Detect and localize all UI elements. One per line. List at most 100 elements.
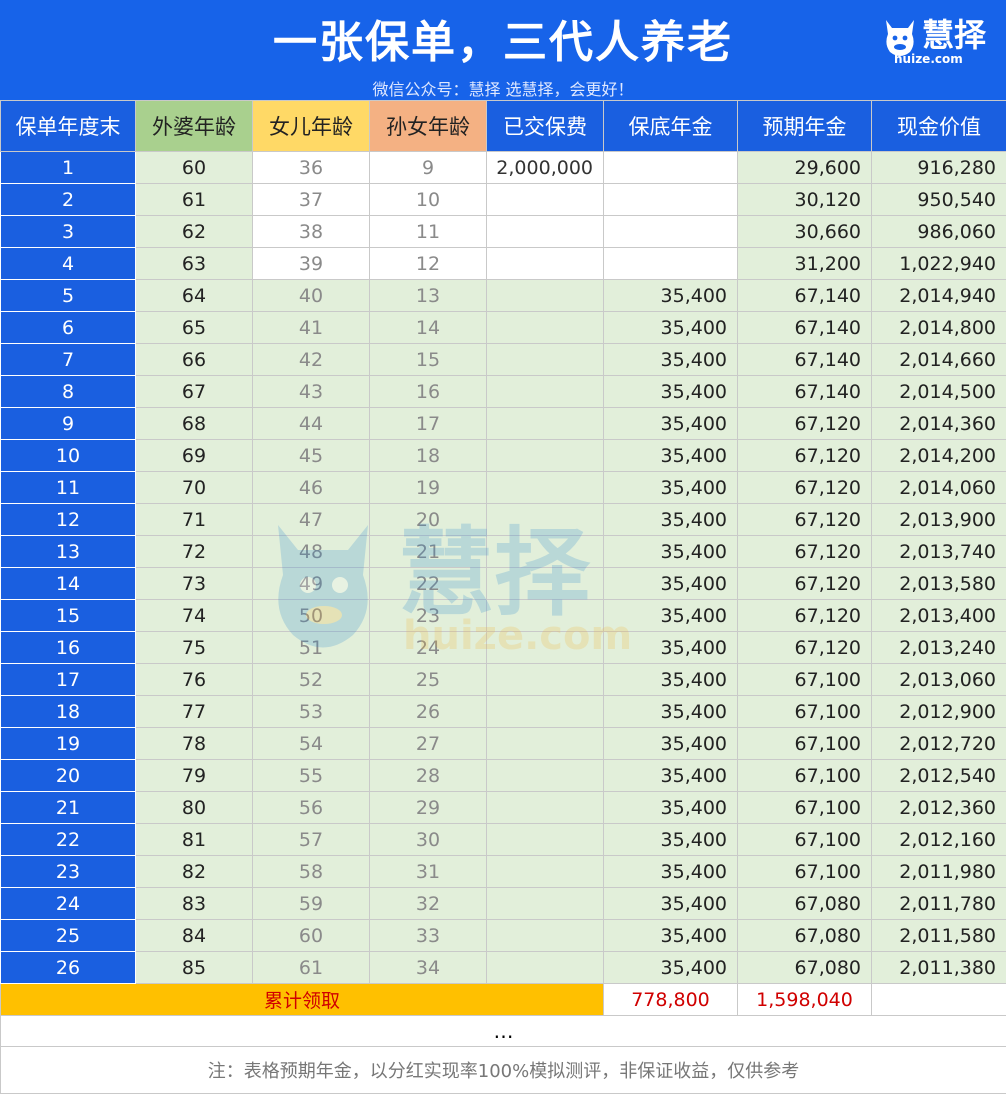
cell-premium-paid: [486, 727, 604, 760]
cell-policy-year: 10: [0, 439, 136, 472]
cell-daughter-age: 42: [252, 343, 370, 376]
cell-policy-year: 15: [0, 599, 136, 632]
cell-premium-paid: [486, 919, 604, 952]
cell-granddaughter-age: 12: [369, 247, 487, 280]
annuity-table: 保单年度末 外婆年龄 女儿年龄 孙女年龄 已交保费 保底年金 预期年金 现金价值…: [0, 100, 1006, 1094]
cell-daughter-age: 49: [252, 567, 370, 600]
table-row: 10 69 45 18 35,400 67,120 2,014,200: [0, 439, 1006, 472]
cell-cash-value: 1,022,940: [871, 247, 1006, 280]
cell-grandma-age: 73: [135, 567, 253, 600]
cell-grandma-age: 80: [135, 791, 253, 824]
cell-expected-annuity: 67,080: [737, 919, 872, 952]
cell-expected-annuity: 67,100: [737, 727, 872, 760]
table-row: 14 73 49 22 35,400 67,120 2,013,580: [0, 567, 1006, 600]
cell-expected-annuity: 67,120: [737, 471, 872, 504]
cell-cash-value: 2,014,940: [871, 279, 1006, 312]
page-title: 一张保单，三代人养老: [273, 17, 733, 68]
cell-premium-paid: [486, 663, 604, 696]
cell-expected-annuity: 67,080: [737, 951, 872, 984]
cell-expected-annuity: 67,140: [737, 311, 872, 344]
table-row: 25 84 60 33 35,400 67,080 2,011,580: [0, 919, 1006, 952]
table-row: 24 83 59 32 35,400 67,080 2,011,780: [0, 887, 1006, 920]
page-subtitle: 微信公众号：慧择 选慧择，会更好！: [372, 80, 634, 99]
cell-premium-paid: [486, 503, 604, 536]
cell-daughter-age: 53: [252, 695, 370, 728]
cell-daughter-age: 51: [252, 631, 370, 664]
cell-granddaughter-age: 24: [369, 631, 487, 664]
cell-cash-value: 2,011,980: [871, 855, 1006, 888]
cell-grandma-age: 81: [135, 823, 253, 856]
cell-premium-paid: [486, 247, 604, 280]
cell-premium-paid: [486, 759, 604, 792]
cell-grandma-age: 65: [135, 311, 253, 344]
cell-granddaughter-age: 13: [369, 279, 487, 312]
cell-expected-annuity: 67,100: [737, 663, 872, 696]
cell-cash-value: 2,013,240: [871, 631, 1006, 664]
cell-policy-year: 3: [0, 215, 136, 248]
cell-premium-paid: [486, 407, 604, 440]
cell-guaranteed-annuity: 35,400: [603, 407, 738, 440]
table-row: 22 81 57 30 35,400 67,100 2,012,160: [0, 823, 1006, 856]
cell-premium-paid: [486, 567, 604, 600]
cell-daughter-age: 46: [252, 471, 370, 504]
cell-policy-year: 11: [0, 471, 136, 504]
cell-cash-value: 2,013,580: [871, 567, 1006, 600]
cell-guaranteed-annuity: [603, 247, 738, 280]
cell-expected-annuity: 67,120: [737, 567, 872, 600]
cell-grandma-age: 63: [135, 247, 253, 280]
cell-premium-paid: [486, 343, 604, 376]
cell-granddaughter-age: 30: [369, 823, 487, 856]
cell-granddaughter-age: 19: [369, 471, 487, 504]
table-row: 21 80 56 29 35,400 67,100 2,012,360: [0, 791, 1006, 824]
cell-expected-annuity: 31,200: [737, 247, 872, 280]
cell-daughter-age: 43: [252, 375, 370, 408]
col-header-granddaughter-age: 孙女年龄: [369, 100, 487, 152]
col-header-daughter-age: 女儿年龄: [252, 100, 370, 152]
ellipsis-text: …: [0, 1015, 1006, 1047]
cell-cash-value: 2,012,540: [871, 759, 1006, 792]
cell-guaranteed-annuity: 35,400: [603, 855, 738, 888]
cell-policy-year: 7: [0, 343, 136, 376]
cell-policy-year: 20: [0, 759, 136, 792]
cell-guaranteed-annuity: 35,400: [603, 695, 738, 728]
cell-premium-paid: [486, 183, 604, 216]
cell-guaranteed-annuity: 35,400: [603, 311, 738, 344]
cell-guaranteed-annuity: 35,400: [603, 375, 738, 408]
cell-premium-paid: [486, 887, 604, 920]
cell-granddaughter-age: 33: [369, 919, 487, 952]
cell-grandma-age: 62: [135, 215, 253, 248]
cell-guaranteed-annuity: 35,400: [603, 279, 738, 312]
cell-policy-year: 9: [0, 407, 136, 440]
cell-granddaughter-age: 18: [369, 439, 487, 472]
cell-cash-value: 2,014,660: [871, 343, 1006, 376]
cell-expected-annuity: 67,100: [737, 791, 872, 824]
table-row: 16 75 51 24 35,400 67,120 2,013,240: [0, 631, 1006, 664]
table-row: 5 64 40 13 35,400 67,140 2,014,940: [0, 279, 1006, 312]
cell-guaranteed-annuity: 35,400: [603, 887, 738, 920]
cell-granddaughter-age: 25: [369, 663, 487, 696]
cell-grandma-age: 61: [135, 183, 253, 216]
cell-grandma-age: 75: [135, 631, 253, 664]
cell-daughter-age: 40: [252, 279, 370, 312]
cell-expected-annuity: 67,100: [737, 855, 872, 888]
cell-guaranteed-annuity: 35,400: [603, 535, 738, 568]
cell-granddaughter-age: 11: [369, 215, 487, 248]
cell-granddaughter-age: 28: [369, 759, 487, 792]
cell-guaranteed-annuity: 35,400: [603, 599, 738, 632]
table-row: 23 82 58 31 35,400 67,100 2,011,980: [0, 855, 1006, 888]
cell-policy-year: 26: [0, 951, 136, 984]
cell-expected-annuity: 30,120: [737, 183, 872, 216]
cell-daughter-age: 48: [252, 535, 370, 568]
table-row: 15 74 50 23 35,400 67,120 2,013,400: [0, 599, 1006, 632]
cell-cash-value: 2,014,360: [871, 407, 1006, 440]
cell-cash-value: 2,013,900: [871, 503, 1006, 536]
cell-granddaughter-age: 31: [369, 855, 487, 888]
cell-expected-annuity: 67,120: [737, 407, 872, 440]
col-header-expected-annuity: 预期年金: [737, 100, 872, 152]
cell-cash-value: 2,013,400: [871, 599, 1006, 632]
cell-premium-paid: [486, 695, 604, 728]
cell-daughter-age: 52: [252, 663, 370, 696]
cell-expected-annuity: 67,120: [737, 631, 872, 664]
col-header-guaranteed-annuity: 保底年金: [603, 100, 738, 152]
cell-cash-value: 986,060: [871, 215, 1006, 248]
